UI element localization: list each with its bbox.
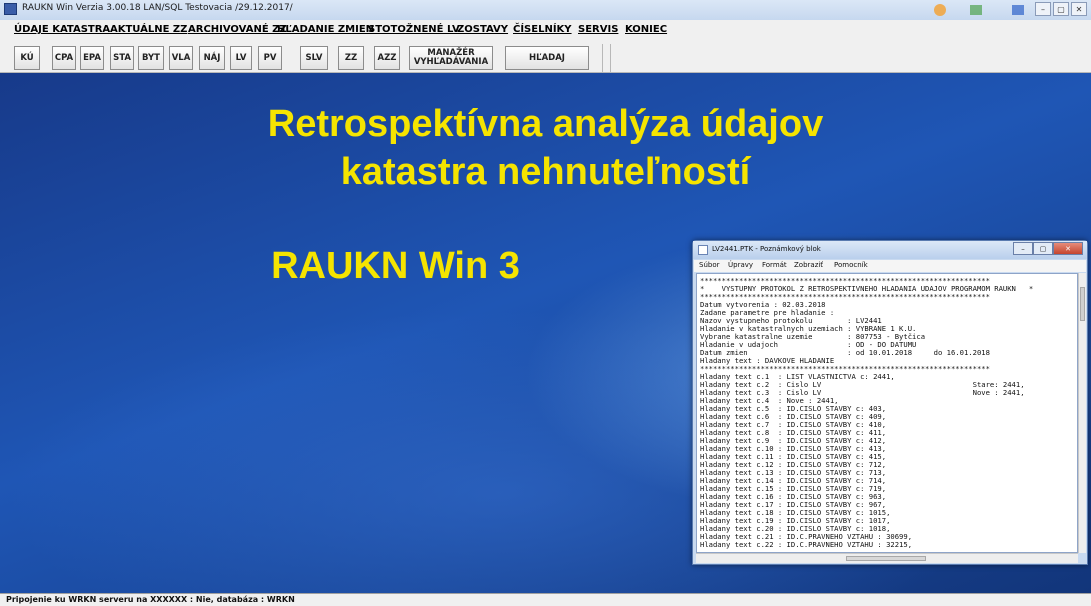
menu-archivovane-zz[interactable]: ARCHIVOVANÉ ZZ (188, 24, 287, 35)
toolbar-separator (602, 44, 603, 72)
menu-aktualne-zz[interactable]: AKTUÁLNE ZZ (110, 24, 187, 35)
lv-button[interactable]: LV (230, 46, 252, 70)
notepad-horizontal-scrollbar[interactable] (696, 553, 1078, 563)
notepad-vertical-scroll-thumb[interactable] (1080, 287, 1085, 321)
connection-status: Pripojenie ku WRKN serveru na XXXXXX : N… (6, 595, 295, 604)
notepad-menu-format[interactable]: Formát (762, 261, 787, 269)
notepad-text-area[interactable]: ****************************************… (696, 273, 1078, 553)
notepad-window-controls: – ▢ ✕ (1013, 242, 1083, 255)
title-bar: RAUKN Win Verzia 3.00.18 LAN/SQL Testova… (0, 0, 1091, 21)
notepad-menu: Súbor Úpravy Formát Zobraziť Pomocník (694, 260, 1086, 272)
epa-button[interactable]: EPA (80, 46, 104, 70)
menu-koniec[interactable]: KONIEC (625, 24, 667, 35)
hladaj-button[interactable]: HĽADAJ (505, 46, 589, 70)
vla-button[interactable]: VLA (169, 46, 193, 70)
raukn-app-window: RAUKN Win Verzia 3.00.18 LAN/SQL Testova… (0, 0, 1091, 606)
notepad-icon (698, 245, 708, 255)
status-bar: Pripojenie ku WRKN serveru na XXXXXX : N… (0, 593, 1091, 606)
cpa-button[interactable]: CPA (52, 46, 76, 70)
notepad-window[interactable]: LV2441.PTK - Poznámkový blok – ▢ ✕ Súbor… (692, 240, 1088, 565)
notepad-menu-zobrazit[interactable]: Zobraziť (794, 261, 823, 269)
slv-button[interactable]: SLV (300, 46, 328, 70)
notepad-minimize-button[interactable]: – (1013, 242, 1033, 255)
notepad-maximize-button[interactable]: ▢ (1033, 242, 1053, 255)
notepad-title: LV2441.PTK - Poznámkový blok (712, 245, 821, 253)
manazer-label-line2: VYHĽADÁVANIA (413, 57, 489, 67)
menu-udaje-katastra[interactable]: ÚDAJE KATASTRA (14, 24, 110, 35)
close-button[interactable]: ✕ (1071, 2, 1087, 16)
pv-button[interactable]: PV (258, 46, 282, 70)
naj-button[interactable]: NÁJ (199, 46, 225, 70)
azz-button[interactable]: AZZ (374, 46, 400, 70)
byt-button[interactable]: BYT (138, 46, 164, 70)
toolbar: KÚ CPA EPA STA BYT VLA NÁJ LV PV SLV ZZ … (0, 42, 1091, 73)
toolbar-separator (610, 44, 611, 72)
notepad-close-button[interactable]: ✕ (1053, 242, 1083, 255)
main-menu: ÚDAJE KATASTRA AKTUÁLNE ZZ ARCHIVOVANÉ Z… (0, 20, 1091, 42)
app-icon (4, 3, 17, 15)
minimize-button[interactable]: – (1035, 2, 1051, 16)
splash-title-line2: katastra nehnuteľností (340, 151, 751, 193)
menu-ciselniky[interactable]: ČÍSELNÍKY (513, 24, 572, 35)
menu-servis[interactable]: SERVIS (578, 24, 618, 35)
menu-hladanie-zmien[interactable]: HĽADANIE ZMIEN (277, 24, 374, 35)
manazer-vyhladavania-button[interactable]: MANAŽÉR VYHĽADÁVANIA (409, 46, 493, 70)
notepad-menu-subor[interactable]: Súbor (699, 261, 719, 269)
office-logo-decoration-icon (934, 4, 1024, 16)
menu-stotozne-lv[interactable]: STOTOŽNENÉ LV (368, 24, 460, 35)
menu-zostavy[interactable]: ZOSTAVY (457, 24, 508, 35)
zz-button[interactable]: ZZ (338, 46, 364, 70)
notepad-horizontal-scroll-thumb[interactable] (846, 556, 926, 561)
splash-title-line1: Retrospektívna analýza údajov (267, 103, 824, 145)
notepad-text-line: Hladany text c.22 : ID.C.PRAVNEHO VZTAHU… (700, 540, 913, 549)
notepad-vertical-scrollbar[interactable] (1078, 273, 1086, 553)
ku-button[interactable]: KÚ (14, 46, 40, 70)
window-title: RAUKN Win Verzia 3.00.18 LAN/SQL Testova… (22, 3, 293, 13)
notepad-title-bar[interactable]: LV2441.PTK - Poznámkový blok – ▢ ✕ (693, 241, 1087, 259)
window-controls: – ▢ ✕ (1035, 2, 1087, 16)
notepad-menu-upravy[interactable]: Úpravy (728, 261, 753, 269)
maximize-button[interactable]: ▢ (1053, 2, 1069, 16)
sta-button[interactable]: STA (110, 46, 134, 70)
notepad-menu-pomocnik[interactable]: Pomocník (834, 261, 868, 269)
